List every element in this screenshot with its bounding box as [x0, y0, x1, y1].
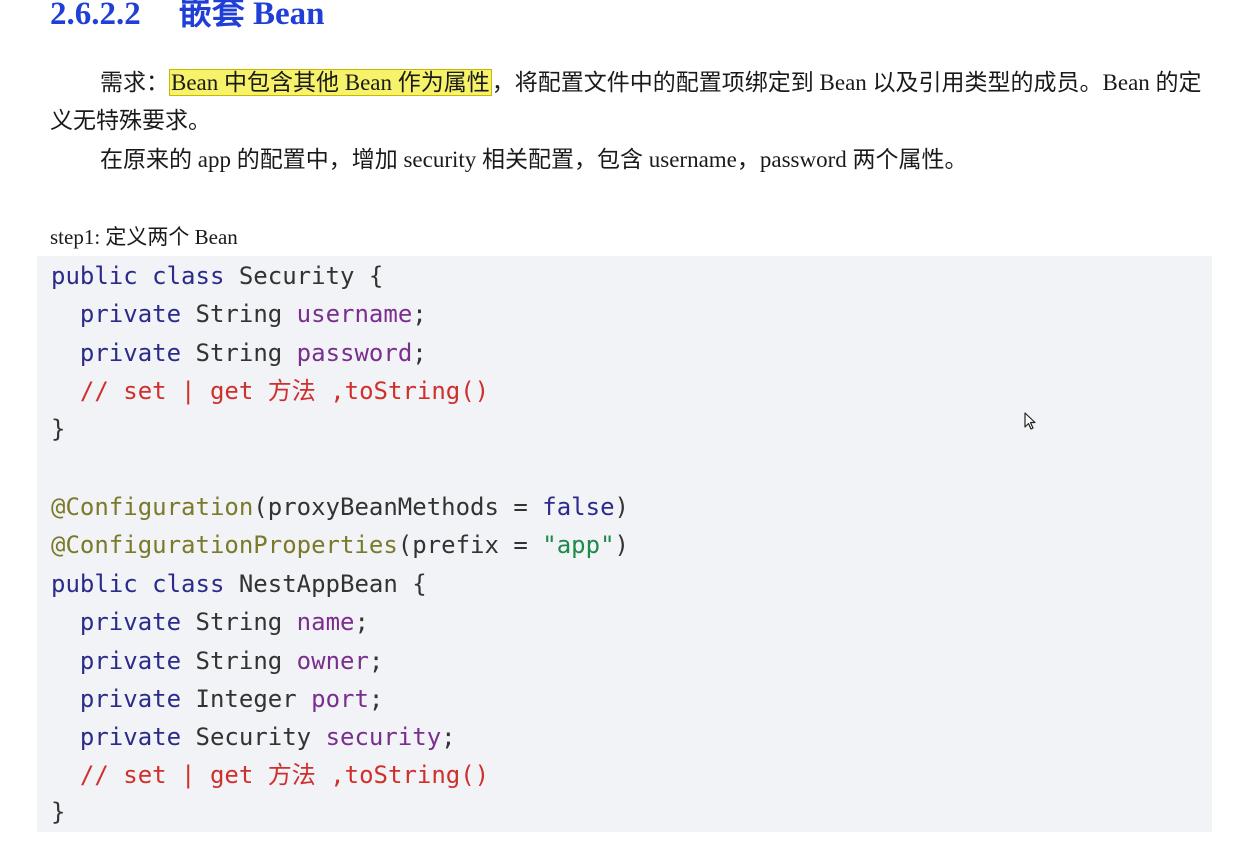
code-comment: // set | get 方法 ,toString()	[79, 377, 490, 405]
code-line: private String username;	[79, 300, 427, 328]
code-line: private Integer port;	[79, 685, 384, 713]
section-number: 2.6.2.2	[50, 0, 141, 32]
mouse-cursor-icon	[1024, 412, 1036, 430]
code-line: @Configuration(proxyBeanMethods = false)	[51, 493, 629, 521]
code-line: private Security security;	[79, 723, 456, 751]
code-line: private String owner;	[79, 647, 384, 675]
section-title: 嵌套 Bean	[178, 0, 325, 32]
requirement-lead: 需求：	[100, 70, 169, 95]
code-line: private String name;	[79, 608, 369, 636]
code-line: public class Security {	[51, 262, 384, 290]
code-line: }	[51, 415, 66, 443]
code-line: @ConfigurationProperties(prefix = "app")	[51, 531, 629, 559]
config-paragraph: 在原来的 app 的配置中，增加 security 相关配置，包含 userna…	[100, 147, 968, 172]
requirement-paragraph: 需求：Bean 中包含其他 Bean 作为属性，将配置文件中的配置项绑定到 Be…	[50, 64, 1210, 140]
code-comment: // set | get 方法 ,toString()	[79, 761, 490, 789]
highlighted-text: Bean 中包含其他 Bean 作为属性	[169, 69, 492, 96]
code-line: public class NestAppBean {	[51, 570, 427, 598]
code-line: private String password;	[79, 339, 427, 367]
section-heading: 2.6.2.2 嵌套 Bean	[50, 0, 325, 34]
code-block: public class Security { private String u…	[37, 256, 1212, 832]
step-label: step1: 定义两个 Bean	[50, 225, 238, 249]
code-line: }	[51, 798, 66, 826]
